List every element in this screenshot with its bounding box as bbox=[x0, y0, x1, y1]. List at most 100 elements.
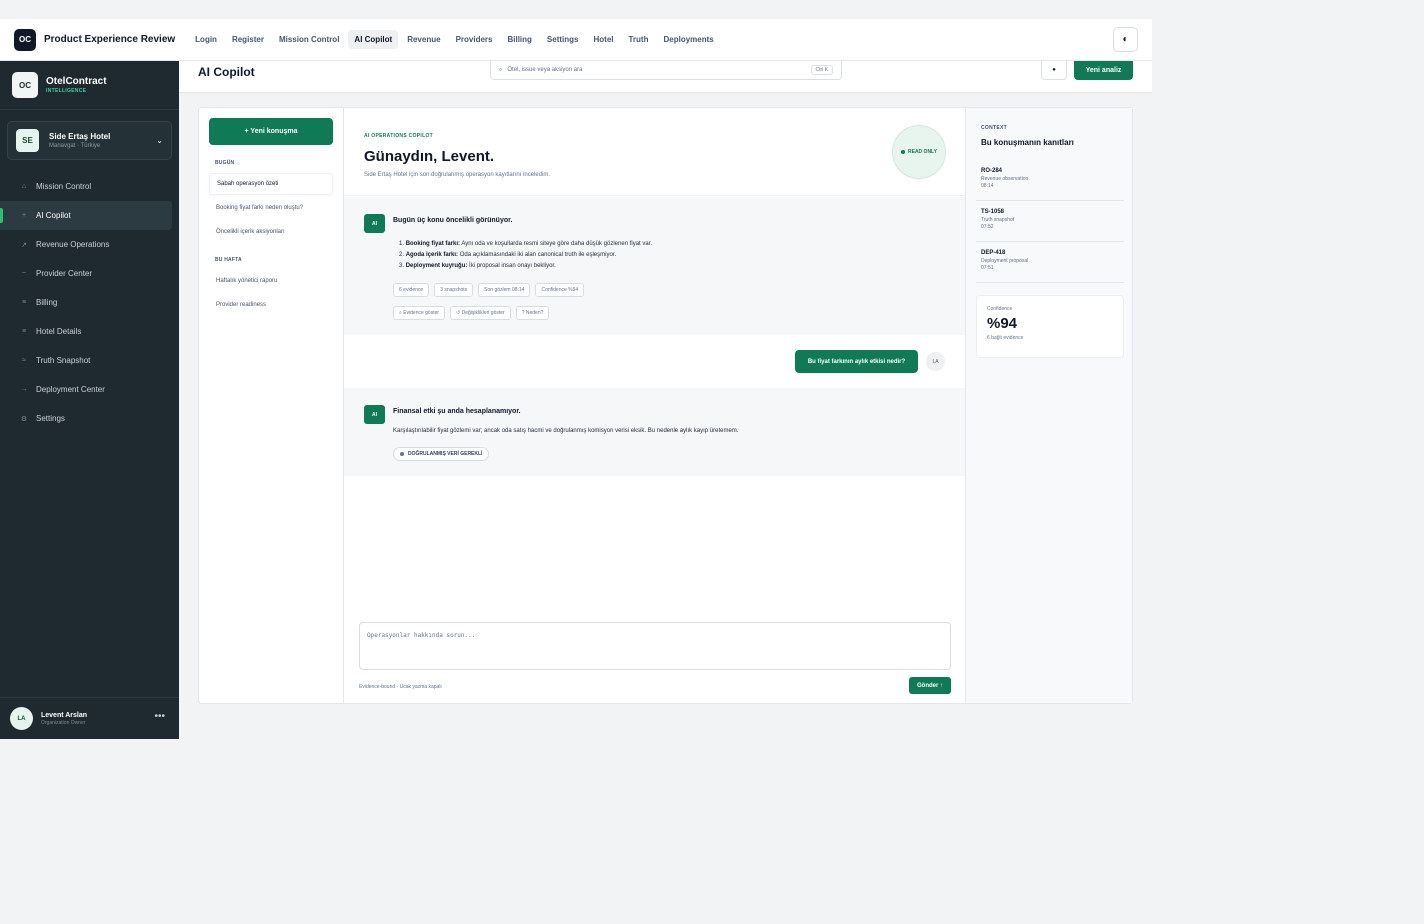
sidebar-logo: OC bbox=[12, 72, 38, 98]
search-icon: ⌕ bbox=[499, 66, 503, 73]
arrow-right-icon: → bbox=[20, 386, 28, 393]
gear-icon: ⚙ bbox=[20, 415, 28, 423]
message-title: Bugün üç konu öncelikli görünüyor. bbox=[393, 217, 513, 224]
nav-truth[interactable]: Truth bbox=[622, 30, 654, 49]
chevron-down-icon: ⌄ bbox=[156, 136, 163, 145]
status-badge: READ ONLY bbox=[892, 125, 946, 179]
main-header: AI Copilot ⌕ Otel, issue veya aksiyon ar… bbox=[179, 61, 1152, 93]
avatar: LA bbox=[926, 352, 945, 371]
sidebar-item-truth-snapshot[interactable]: ≈ Truth Snapshot bbox=[0, 346, 172, 375]
sidebar-brand: OC OtelContract INTELLIGENCE bbox=[0, 61, 179, 110]
nav-billing[interactable]: Billing bbox=[501, 30, 537, 49]
nav-deployments[interactable]: Deployments bbox=[657, 30, 719, 49]
theme-toggle-icon[interactable]: ◐ bbox=[1113, 27, 1138, 52]
status-dot-icon bbox=[901, 150, 905, 154]
nav-providers[interactable]: Providers bbox=[450, 30, 499, 49]
sidebar-item-label: Revenue Operations bbox=[36, 240, 110, 249]
message-text: Karşılaştırılabilir fiyat gözlemi var; a… bbox=[393, 428, 739, 434]
show-evidence-button[interactable]: ⌕ Evidence göster bbox=[393, 306, 446, 320]
evidence-id: DEP-418 bbox=[981, 250, 1006, 256]
confidence-label: Confidence bbox=[987, 306, 1013, 312]
nav-register[interactable]: Register bbox=[226, 30, 270, 49]
last-observation-chip: Son gözlem 08:14 bbox=[478, 283, 531, 297]
user-role: Organization Owner bbox=[41, 719, 86, 726]
nav-revenue[interactable]: Revenue bbox=[401, 30, 446, 49]
show-changes-button[interactable]: ↺ Değişiklikleri göster bbox=[450, 306, 511, 320]
section-week: BU HAFTA bbox=[215, 257, 242, 263]
sidebar-item-label: Mission Control bbox=[36, 182, 92, 191]
sidebar-item-label: Billing bbox=[36, 298, 58, 307]
sidebar-item-label: Deployment Center bbox=[36, 385, 105, 394]
confidence-value: %94 bbox=[987, 315, 1018, 332]
conversation-item[interactable]: Provider readiness bbox=[209, 294, 333, 316]
conversation-item[interactable]: Sabah operasyon özeti bbox=[209, 173, 333, 195]
avatar: LA bbox=[10, 707, 33, 730]
new-analysis-button[interactable]: Yeni analiz bbox=[1074, 61, 1133, 80]
sidebar: OC OtelContract INTELLIGENCE SE Side Ert… bbox=[0, 61, 179, 739]
list-item: 2. Agoda içerik farkı: Oda açıklamasında… bbox=[399, 252, 617, 258]
search-placeholder: Otel, issue veya aksiyon ara bbox=[507, 67, 583, 73]
nav-ai-copilot[interactable]: AI Copilot bbox=[348, 30, 399, 49]
context-kicker: CONTEXT bbox=[981, 125, 1007, 131]
sidebar-item-label: Provider Center bbox=[36, 269, 93, 278]
nav-hotel[interactable]: Hotel bbox=[587, 30, 619, 49]
chat-hero: AI OPERATIONS COPILOT Günaydın, Levent. … bbox=[344, 108, 965, 196]
sidebar-item-mission-control[interactable]: ⌂ Mission Control bbox=[0, 172, 172, 201]
message-title: Finansal etki şu anda hesaplanamıyor. bbox=[393, 408, 521, 415]
list-icon: ≡ bbox=[21, 299, 27, 306]
sidebar-item-revenue-operations[interactable]: ↗ Revenue Operations bbox=[0, 230, 172, 259]
new-conversation-button[interactable]: + Yeni konuşma bbox=[209, 118, 333, 145]
copilot-panel: + Yeni konuşma BUGÜN Sabah operasyon öze… bbox=[198, 107, 1133, 704]
nav-mission-control[interactable]: Mission Control bbox=[273, 30, 345, 49]
nav-login[interactable]: Login bbox=[189, 30, 223, 49]
verified-data-chip: DOĞRULANMIŞ VERİ GEREKLİ bbox=[393, 447, 490, 461]
more-icon[interactable]: ••• bbox=[154, 711, 165, 722]
message-input[interactable] bbox=[359, 622, 951, 670]
hotel-avatar: SE bbox=[16, 129, 39, 152]
conversation-item[interactable]: Haftalık yönetici raporu bbox=[209, 270, 333, 292]
hotel-selector[interactable]: SE Side Ertaş Hotel Manavgat · Türkiye ⌄ bbox=[7, 121, 172, 160]
section-today: BUGÜN bbox=[215, 160, 235, 166]
greeting: Günaydın, Levent. bbox=[364, 148, 495, 165]
status-dot-icon[interactable]: ● bbox=[1041, 61, 1067, 80]
sidebar-user: LA Levent Arslan Organization Owner ••• bbox=[0, 697, 179, 739]
top-bar: OC Product Experience Review Login Regis… bbox=[0, 19, 1152, 61]
list-icon: ≡ bbox=[21, 328, 27, 335]
conversation-item[interactable]: Öncelikli içerik aksiyonları bbox=[209, 221, 333, 243]
sidebar-item-billing[interactable]: ≡ Billing bbox=[0, 288, 172, 317]
status-dot-icon bbox=[400, 452, 404, 456]
list-item: 3. Deployment kuyruğu: İki proposal insa… bbox=[399, 263, 556, 269]
app-title: Product Experience Review bbox=[44, 34, 176, 45]
chat-area: AI OPERATIONS COPILOT Günaydın, Levent. … bbox=[344, 108, 965, 703]
context-panel: CONTEXT Bu konuşmanın kanıtları RO-284 R… bbox=[965, 108, 1132, 703]
snapshot-chip: 3 snapshots bbox=[434, 283, 474, 297]
sidebar-brand-subtitle: INTELLIGENCE bbox=[46, 88, 87, 94]
evidence-type: Deployment proposal bbox=[981, 258, 1029, 264]
search-shortcut: Ctrl K bbox=[810, 65, 833, 75]
sidebar-item-ai-copilot[interactable]: + AI Copilot bbox=[0, 201, 172, 230]
hotel-name: Side Ertaş Hotel bbox=[49, 132, 111, 141]
sidebar-item-label: Hotel Details bbox=[36, 327, 82, 336]
sidebar-menu: ⌂ Mission Control + AI Copilot ↗ Revenue Op… bbox=[0, 172, 179, 433]
hero-subtitle: Side Ertaş Hotel için son doğrulanmış op… bbox=[364, 172, 551, 178]
sidebar-item-label: Settings bbox=[36, 414, 65, 423]
conversation-item[interactable]: Booking fiyat farkı neden oluştu? bbox=[209, 197, 333, 219]
evidence-type: Revenue observation bbox=[981, 176, 1029, 182]
nav-settings[interactable]: Settings bbox=[541, 30, 585, 49]
snapshot-icon: ≈ bbox=[22, 357, 26, 364]
sidebar-item-settings[interactable]: ⚙ Settings bbox=[0, 404, 172, 433]
sidebar-item-hotel-details[interactable]: ≡ Hotel Details bbox=[0, 317, 172, 346]
evidence-item[interactable]: DEP-418 Deployment proposal 07:51 bbox=[976, 242, 1124, 283]
context-title: Bu konuşmanın kanıtları bbox=[981, 138, 1074, 147]
search-input[interactable]: ⌕ Otel, issue veya aksiyon ara Ctrl K bbox=[490, 61, 842, 80]
hotel-location: Manavgat · Türkiye bbox=[49, 143, 101, 149]
sidebar-item-provider-center[interactable]: ~ Provider Center bbox=[0, 259, 172, 288]
why-button[interactable]: ? Neden? bbox=[515, 306, 550, 320]
sidebar-item-label: Truth Snapshot bbox=[36, 356, 91, 365]
evidence-time: 08:14 bbox=[981, 183, 994, 189]
conversation-list: + Yeni konuşma BUGÜN Sabah operasyon öze… bbox=[199, 108, 344, 703]
evidence-item[interactable]: TS-1058 Truth snapshot 07:52 bbox=[976, 201, 1124, 242]
evidence-item[interactable]: RO-284 Revenue observation 08:14 bbox=[976, 160, 1124, 201]
send-button[interactable]: Gönder ↑ bbox=[909, 677, 951, 694]
sidebar-item-deployment-center[interactable]: → Deployment Center bbox=[0, 375, 172, 404]
